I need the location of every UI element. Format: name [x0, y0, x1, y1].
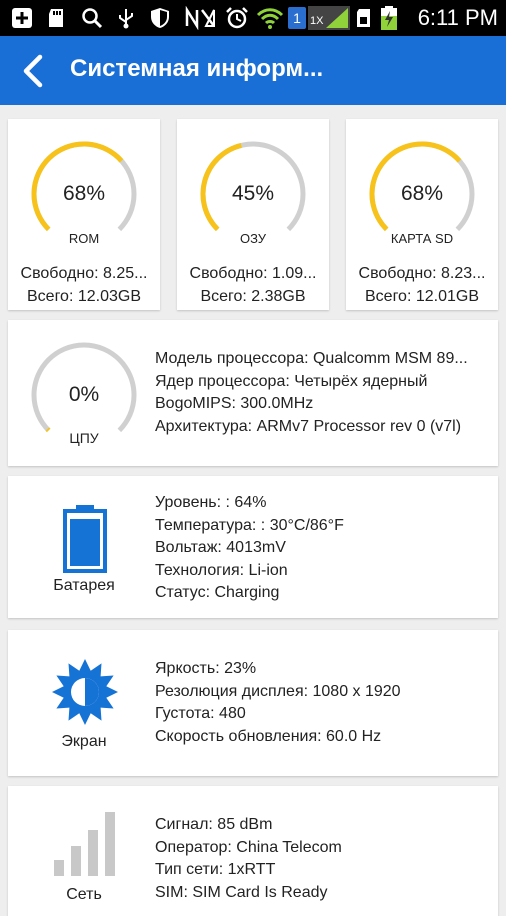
network-card[interactable]: Сеть Сигнал: 85 dBm Оператор: China Tele… [8, 786, 498, 916]
storage-percent: 68% [400, 182, 444, 205]
network-type: Тип сети: 1xRTT [155, 861, 276, 878]
battery-level-fill [70, 519, 100, 566]
battery-card[interactable]: Батарея Уровень: : 64% Температура: : 30… [8, 476, 498, 618]
storage-free: Свободно: 8.25... [20, 265, 148, 282]
battery-status: Статус: Charging [155, 584, 280, 601]
sim-icon [357, 9, 370, 27]
add-icon [12, 8, 32, 28]
cpu-name: ЦПУ [69, 430, 99, 446]
storage-name: ОЗУ [239, 231, 267, 246]
alarm-icon [226, 7, 248, 29]
signal-bars-icon [54, 812, 115, 876]
cpu-architecture: Архитектура: ARMv7 Processor rev 0 (v7l) [155, 417, 462, 435]
network-sim: SIM: SIM Card Is Ready [155, 883, 328, 901]
page-title: Системная информ... [70, 55, 324, 82]
shield-icon [151, 8, 169, 28]
network-signal: Сигнал: 85 dBm [155, 816, 273, 833]
battery-icon [63, 505, 107, 573]
screen-density: Густота: 480 [155, 705, 246, 722]
network-label: Сеть [66, 886, 102, 903]
wifi-icon [256, 8, 284, 29]
storage-total: Всего: 12.03GB [27, 288, 141, 305]
sd-card-icon [49, 9, 63, 27]
battery-temperature: Температура: : 30°C/86°F [155, 516, 344, 534]
storage-card-rom[interactable]: 68% ROM Свободно: 8.25... Всего: 12.03GB [8, 119, 160, 310]
app-bar: Системная информ... [0, 36, 506, 105]
storage-card-ram[interactable]: 45% ОЗУ Свободно: 1.09... Всего: 2.38GB [177, 119, 329, 310]
storage-percent: 45% [231, 182, 275, 205]
network-info: Сигнал: 85 dBm Оператор: China Telecom Т… [155, 814, 342, 904]
screen-label: Экран [61, 733, 107, 750]
cpu-info: Модель процессора: Qualcomm MSM 89... Яд… [155, 348, 468, 438]
screen-card[interactable]: Экран Яркость: 23% Резолюция дисплея: 10… [8, 630, 498, 776]
storage-card-sd[interactable]: 68% КАРТА SD Свободно: 8.23... Всего: 12… [346, 119, 498, 310]
brightness-icon [52, 659, 118, 725]
status-bar: 1 1X 6:11 PM [0, 0, 506, 36]
battery-label: Батарея [53, 577, 115, 594]
storage-total: Всего: 2.38GB [200, 288, 306, 305]
usb-icon [119, 9, 133, 29]
network-type-badge: 1X [310, 15, 324, 27]
screen-brightness: Яркость: 23% [155, 660, 257, 677]
battery-voltage: Вольтаж: 4013mV [155, 539, 286, 556]
cpu-bogomips: BogoMIPS: 300.0MHz [155, 395, 314, 412]
battery-technology: Технология: Li-ion [155, 561, 288, 579]
network-operator: Оператор: China Telecom [155, 838, 342, 856]
screen-refresh-rate: Скорость обновления: 60.0 Hz [155, 727, 382, 745]
storage-name: ROM [68, 231, 100, 246]
status-time: 6:11 PM [417, 5, 498, 30]
sim1-icon: 1 [288, 7, 306, 29]
back-arrow-icon[interactable] [18, 53, 48, 89]
storage-free: Свободно: 1.09... [189, 265, 317, 282]
no-signal-icon [185, 6, 215, 30]
screen-resolution: Резолюция дисплея: 1080 x 1920 [155, 682, 401, 700]
battery-level: Уровень: : 64% [155, 494, 267, 511]
cpu-cores: Ядер процессора: Четырёх ядерный [155, 372, 428, 390]
battery-charging-icon [381, 6, 397, 30]
storage-total: Всего: 12.01GB [365, 288, 479, 305]
screen-info: Яркость: 23% Резолюция дисплея: 1080 x 1… [155, 658, 401, 748]
storage-percent: 68% [62, 182, 106, 205]
search-icon [82, 8, 103, 29]
storage-name: КАРТА SD [390, 231, 454, 246]
battery-info: Уровень: : 64% Температура: : 30°C/86°F … [155, 492, 344, 605]
cpu-percent: 0% [68, 383, 100, 406]
signal-1x-icon: 1X [308, 6, 350, 30]
storage-free: Свободно: 8.23... [358, 265, 486, 282]
cpu-model: Модель процессора: Qualcomm MSM 89... [155, 350, 468, 367]
cpu-card[interactable]: 0% ЦПУ Модель процессора: Qualcomm MSM 8… [8, 320, 498, 466]
